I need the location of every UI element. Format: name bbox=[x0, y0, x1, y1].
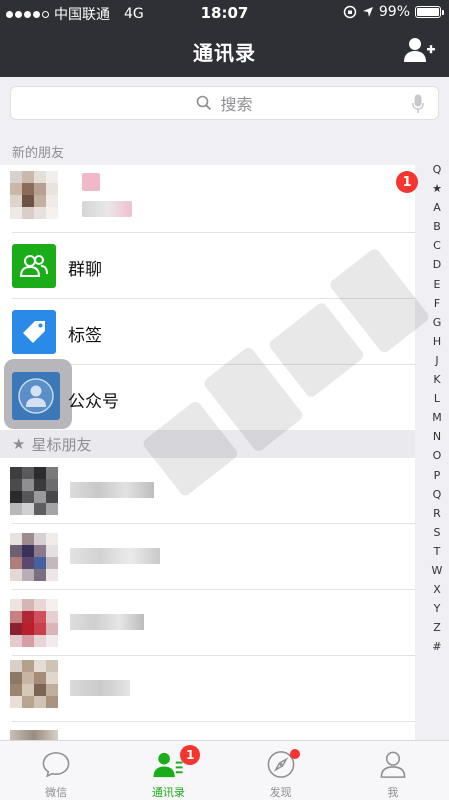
index-letter[interactable]: B bbox=[433, 217, 441, 236]
contact-row[interactable] bbox=[0, 524, 415, 590]
group-chat-row[interactable]: 群聊 bbox=[0, 233, 415, 299]
battery-percent: 99% bbox=[378, 4, 410, 20]
index-letter[interactable]: G bbox=[433, 313, 442, 332]
index-letter[interactable]: Q bbox=[433, 485, 442, 504]
contact-name bbox=[70, 482, 154, 498]
index-search-icon[interactable]: Q bbox=[433, 160, 442, 179]
index-letter[interactable]: M bbox=[432, 408, 442, 427]
index-letter[interactable]: L bbox=[434, 389, 440, 408]
index-letter[interactable]: X bbox=[433, 580, 441, 599]
tags-row[interactable]: 标签 bbox=[0, 299, 415, 365]
tab-me[interactable]: 我 bbox=[337, 741, 449, 800]
search-placeholder: 搜索 bbox=[220, 95, 253, 114]
tab-contacts[interactable]: 通讯录 1 bbox=[112, 741, 224, 800]
search-input[interactable]: 搜索 bbox=[10, 86, 439, 120]
chat-bubble-icon bbox=[42, 752, 70, 778]
index-letter[interactable]: C bbox=[433, 236, 441, 255]
index-letter[interactable]: T bbox=[434, 542, 441, 561]
avatar bbox=[10, 533, 58, 581]
contact-row[interactable] bbox=[0, 590, 415, 656]
avatar bbox=[10, 171, 58, 219]
search-icon bbox=[197, 95, 212, 111]
index-letter[interactable]: E bbox=[434, 275, 441, 294]
tab-me-label: 我 bbox=[387, 786, 399, 799]
contact-name bbox=[82, 173, 100, 191]
avatar bbox=[10, 599, 58, 647]
top-bar: 中国联通 4G 18:07 99% 通讯录 bbox=[0, 0, 449, 77]
index-letter[interactable]: W bbox=[432, 561, 443, 580]
new-friend-badge: 1 bbox=[396, 171, 418, 193]
avatar bbox=[10, 730, 58, 740]
contact-name bbox=[70, 680, 130, 696]
index-letter[interactable]: F bbox=[434, 294, 440, 313]
tab-discover[interactable]: 发现 bbox=[225, 741, 337, 800]
add-friend-icon[interactable] bbox=[403, 36, 435, 64]
starred-label: 星标朋友 bbox=[31, 435, 92, 454]
index-letter[interactable]: P bbox=[434, 466, 441, 485]
tab-contacts-badge: 1 bbox=[180, 745, 201, 765]
contact-row[interactable] bbox=[0, 722, 415, 740]
index-letter[interactable]: K bbox=[433, 370, 440, 389]
microphone-icon[interactable] bbox=[412, 94, 424, 114]
tab-contacts-label: 通讯录 bbox=[151, 786, 185, 799]
index-letter[interactable]: R bbox=[433, 504, 441, 523]
index-letter[interactable]: S bbox=[434, 523, 441, 542]
index-letter[interactable]: A bbox=[433, 198, 441, 217]
page-title: 通讯录 bbox=[193, 41, 256, 65]
index-letter[interactable]: O bbox=[433, 446, 442, 465]
alphabet-index[interactable]: Q ★ A B C D E F G H J K L M N O P Q R S … bbox=[425, 160, 449, 656]
section-header-new-friends: 新的朋友 bbox=[0, 131, 415, 165]
orientation-lock-icon bbox=[343, 5, 357, 19]
contact-name bbox=[70, 614, 144, 630]
group-chat-label: 群聊 bbox=[68, 260, 102, 280]
official-accounts-row[interactable]: 公众号 bbox=[0, 359, 415, 430]
contact-row[interactable] bbox=[0, 458, 415, 524]
person-icon bbox=[380, 751, 406, 778]
index-letter[interactable]: N bbox=[433, 427, 441, 446]
index-letter[interactable]: J bbox=[435, 351, 438, 370]
avatar bbox=[10, 660, 58, 708]
location-icon bbox=[362, 7, 373, 17]
status-bar: 中国联通 4G 18:07 99% bbox=[0, 0, 449, 26]
index-letter[interactable]: D bbox=[433, 255, 441, 274]
index-letter[interactable]: Z bbox=[433, 618, 441, 637]
group-chat-icon bbox=[12, 244, 56, 288]
star-icon: ★ bbox=[12, 435, 26, 453]
section-header-starred: ★ 星标朋友 bbox=[0, 430, 415, 458]
tags-label: 标签 bbox=[68, 326, 102, 346]
contact-name bbox=[70, 548, 160, 564]
index-letter[interactable]: # bbox=[432, 637, 441, 656]
friend-request-message bbox=[82, 201, 132, 217]
tag-icon bbox=[12, 310, 56, 354]
tab-discover-dot bbox=[289, 749, 300, 759]
tab-bar: 微信 通讯录 1 发现 我 bbox=[0, 740, 449, 800]
official-account-icon bbox=[12, 372, 60, 420]
tab-chats[interactable]: 微信 bbox=[0, 741, 112, 800]
contact-row[interactable] bbox=[0, 656, 415, 722]
index-letter[interactable]: H bbox=[433, 332, 441, 351]
search-area: 搜索 bbox=[0, 77, 449, 131]
avatar bbox=[10, 467, 58, 515]
official-accounts-label: 公众号 bbox=[68, 392, 119, 412]
index-letter[interactable]: Y bbox=[434, 599, 441, 618]
tab-chats-label: 微信 bbox=[45, 786, 68, 799]
battery-icon bbox=[415, 6, 444, 18]
new-friend-row[interactable]: 1 bbox=[0, 165, 418, 233]
tab-discover-label: 发现 bbox=[269, 786, 292, 799]
index-star[interactable]: ★ bbox=[432, 179, 442, 198]
